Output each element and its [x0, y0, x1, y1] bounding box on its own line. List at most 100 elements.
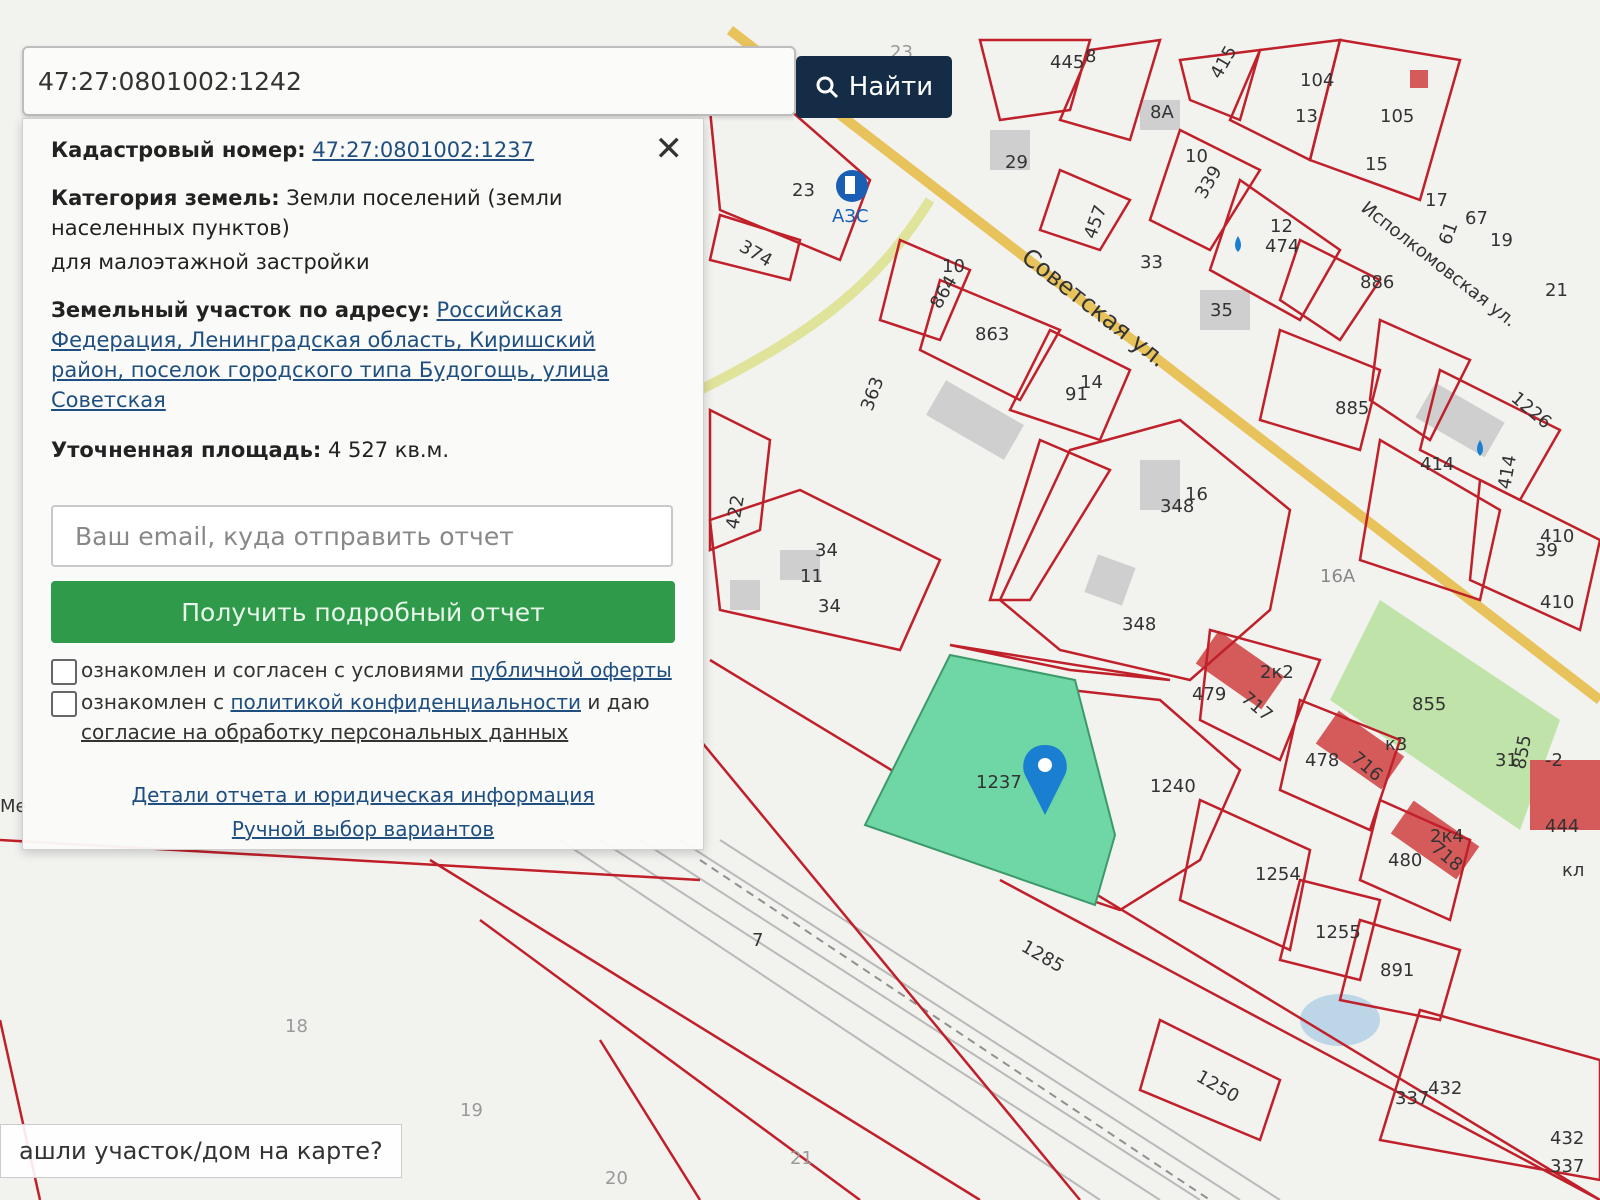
map-label: 855: [1412, 694, 1446, 715]
map-label: 35: [1210, 300, 1233, 321]
manual-selection-link[interactable]: Ручной выбор вариантов: [23, 817, 703, 841]
find-button-label: Найти: [848, 72, 934, 102]
map-label: 2к2: [1260, 662, 1294, 683]
map-label: 1255: [1315, 922, 1361, 943]
map-label: 23: [792, 180, 815, 201]
offer-label: ознакомлен и согласен с условиями: [81, 658, 465, 682]
map-label: 29: [1005, 152, 1028, 173]
cadastral-search-input[interactable]: [24, 48, 794, 114]
map-label: 105: [1380, 106, 1414, 127]
found-on-map-prompt[interactable]: ашли участок/дом на карте?: [0, 1124, 402, 1178]
map-label: -2: [1545, 750, 1563, 771]
cadastral-link[interactable]: 47:27:0801002:1237: [312, 138, 534, 162]
map-label: 478: [1305, 750, 1339, 771]
parcel-info-panel: ✕ Кадастровый номер: 47:27:0801002:1237 …: [22, 118, 704, 850]
consent-link[interactable]: согласие на обработку персональных данны…: [81, 717, 568, 747]
get-report-label: Получить подробный отчет: [181, 597, 545, 627]
offer-text: ознакомлен и согласен с условиями публич…: [81, 655, 672, 685]
map-label: 2к4: [1430, 826, 1464, 847]
map-label: 444: [1545, 816, 1579, 837]
address-label: Земельный участок по адресу:: [51, 298, 430, 322]
report-details-link[interactable]: Детали отчета и юридическая информация: [23, 783, 703, 807]
cadastral-label: Кадастровый номер:: [51, 138, 306, 162]
map-label: 337: [1395, 1088, 1429, 1109]
map-label: 17: [1425, 190, 1448, 211]
map-label: 39: [1535, 540, 1558, 561]
offer-checkbox[interactable]: [51, 659, 77, 685]
map-label: 20: [605, 1168, 628, 1189]
privacy-link[interactable]: политикой конфиденциальности: [230, 690, 581, 714]
map-label: 16А: [1320, 566, 1356, 587]
map-label: 474: [1265, 236, 1299, 257]
map-label: 886: [1360, 272, 1394, 293]
map-label: 7: [752, 930, 763, 951]
search-box[interactable]: [22, 46, 796, 116]
map-label: 13: [1295, 106, 1318, 127]
map-label: 1254: [1255, 864, 1301, 885]
map-label: 885: [1335, 398, 1369, 419]
map-label: кл: [1562, 860, 1584, 881]
map-label: 891: [1380, 960, 1414, 981]
email-field[interactable]: Ваш email, куда отправить отчет: [51, 505, 673, 567]
find-button[interactable]: Найти: [796, 56, 952, 118]
offer-link[interactable]: публичной оферты: [470, 658, 671, 682]
map-label: 410: [1540, 592, 1574, 613]
map-label: 19: [1490, 230, 1513, 251]
close-icon[interactable]: ✕: [655, 129, 684, 169]
address-link-4[interactable]: Советская: [51, 385, 651, 415]
privacy-text: ознакомлен с политикой конфиденциальност…: [81, 687, 650, 717]
category-value-3: для малоэтажной застройки: [51, 250, 370, 274]
found-on-map-text: ашли участок/дом на карте?: [19, 1137, 383, 1165]
map-label: 480: [1388, 850, 1422, 871]
category-value-1: Земли поселений (земли: [286, 186, 563, 210]
map-label: к3: [1385, 734, 1407, 755]
address-row: Земельный участок по адресу: Российская: [51, 295, 651, 325]
category-value-2: населенных пунктов): [51, 216, 290, 240]
map-poi-label: АЗС: [832, 206, 868, 227]
map-label: 15: [1365, 154, 1388, 175]
category-row: Категория земель: Земли поселений (земли: [51, 183, 651, 213]
privacy-label-1: ознакомлен с: [81, 690, 225, 714]
area-label: Уточненная площадь:: [51, 438, 322, 462]
address-link-2[interactable]: Федерация, Ленинградская область, Киришс…: [51, 325, 651, 355]
privacy-checkbox[interactable]: [51, 691, 77, 717]
map-label: 863: [975, 324, 1009, 345]
address-link-3[interactable]: район, поселок городского типа Будогощь,…: [51, 355, 651, 385]
email-placeholder: Ваш email, куда отправить отчет: [75, 521, 514, 551]
category-label: Категория земель:: [51, 186, 280, 210]
map-label: 21: [1545, 280, 1568, 301]
map-label: 337: [1550, 1156, 1584, 1177]
map-label: 34: [818, 596, 841, 617]
map-label: 67: [1465, 208, 1488, 229]
map-label: 19: [460, 1100, 483, 1121]
map-label: 479: [1192, 684, 1226, 705]
map-label: 8: [1085, 46, 1096, 67]
area-row: Уточненная площадь: 4 527 кв.м.: [51, 435, 651, 465]
map-label: 348: [1122, 614, 1156, 635]
search-icon: [816, 76, 838, 99]
map-label: 16: [1185, 484, 1208, 505]
get-report-button[interactable]: Получить подробный отчет: [51, 581, 675, 643]
map-label: 18: [285, 1016, 308, 1037]
gas-station-icon[interactable]: [836, 170, 868, 202]
map-label: 445: [1050, 52, 1084, 73]
area-value: 4 527 кв.м.: [327, 438, 450, 462]
map-label: 21: [790, 1148, 813, 1169]
map-label: 11: [800, 566, 823, 587]
map-label: 8А: [1150, 102, 1174, 123]
map-label: 91: [1065, 384, 1088, 405]
map-label: 10: [1185, 146, 1208, 167]
map-label: 104: [1300, 70, 1334, 91]
map-label: 12: [1270, 216, 1293, 237]
selected-parcel-label: 1237: [976, 772, 1022, 793]
map-label: 33: [1140, 252, 1163, 273]
cadastral-row: Кадастровый номер: 47:27:0801002:1237: [51, 135, 651, 165]
map-label: 34: [815, 540, 838, 561]
map-label: 432: [1428, 1078, 1462, 1099]
map-label: 1240: [1150, 776, 1196, 797]
map-label: 432: [1550, 1128, 1584, 1149]
address-link-1[interactable]: Российская: [437, 298, 563, 322]
pond: [1300, 994, 1380, 1046]
privacy-label-2: и даю: [587, 690, 650, 714]
map-label: 414: [1420, 454, 1454, 475]
